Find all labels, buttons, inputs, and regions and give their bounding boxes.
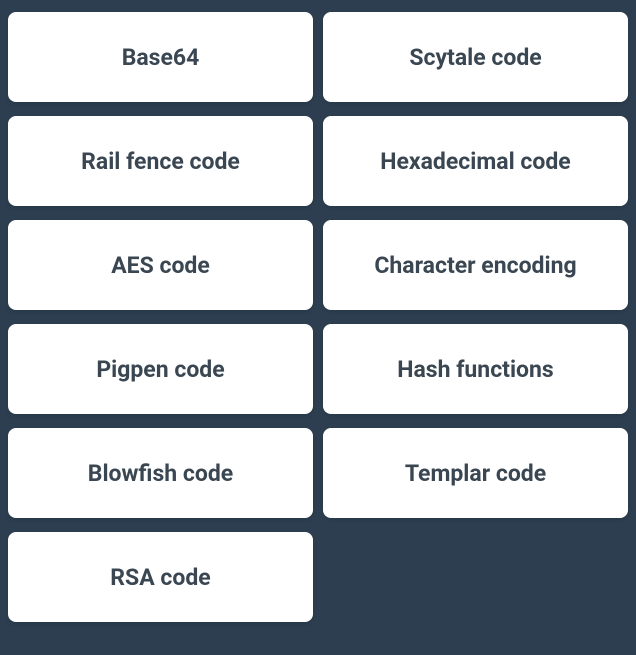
card-label: AES code [111,252,210,279]
card-templar[interactable]: Templar code [323,428,628,518]
card-label: Character encoding [374,252,576,279]
card-label: Pigpen code [96,356,224,383]
card-rsa[interactable]: RSA code [8,532,313,622]
card-label: Templar code [405,460,546,487]
card-label: Base64 [122,44,200,71]
card-rail-fence[interactable]: Rail fence code [8,116,313,206]
card-grid: Base64 Scytale code Rail fence code Hexa… [8,12,628,622]
card-aes[interactable]: AES code [8,220,313,310]
card-hexadecimal[interactable]: Hexadecimal code [323,116,628,206]
card-label: Rail fence code [81,148,240,175]
card-label: Hexadecimal code [380,148,570,175]
card-blowfish[interactable]: Blowfish code [8,428,313,518]
card-hash-functions[interactable]: Hash functions [323,324,628,414]
card-label: Hash functions [397,356,554,383]
card-base64[interactable]: Base64 [8,12,313,102]
card-label: Scytale code [409,44,541,71]
card-label: Blowfish code [88,460,233,487]
card-character-encoding[interactable]: Character encoding [323,220,628,310]
card-label: RSA code [110,564,210,591]
card-scytale[interactable]: Scytale code [323,12,628,102]
card-pigpen[interactable]: Pigpen code [8,324,313,414]
